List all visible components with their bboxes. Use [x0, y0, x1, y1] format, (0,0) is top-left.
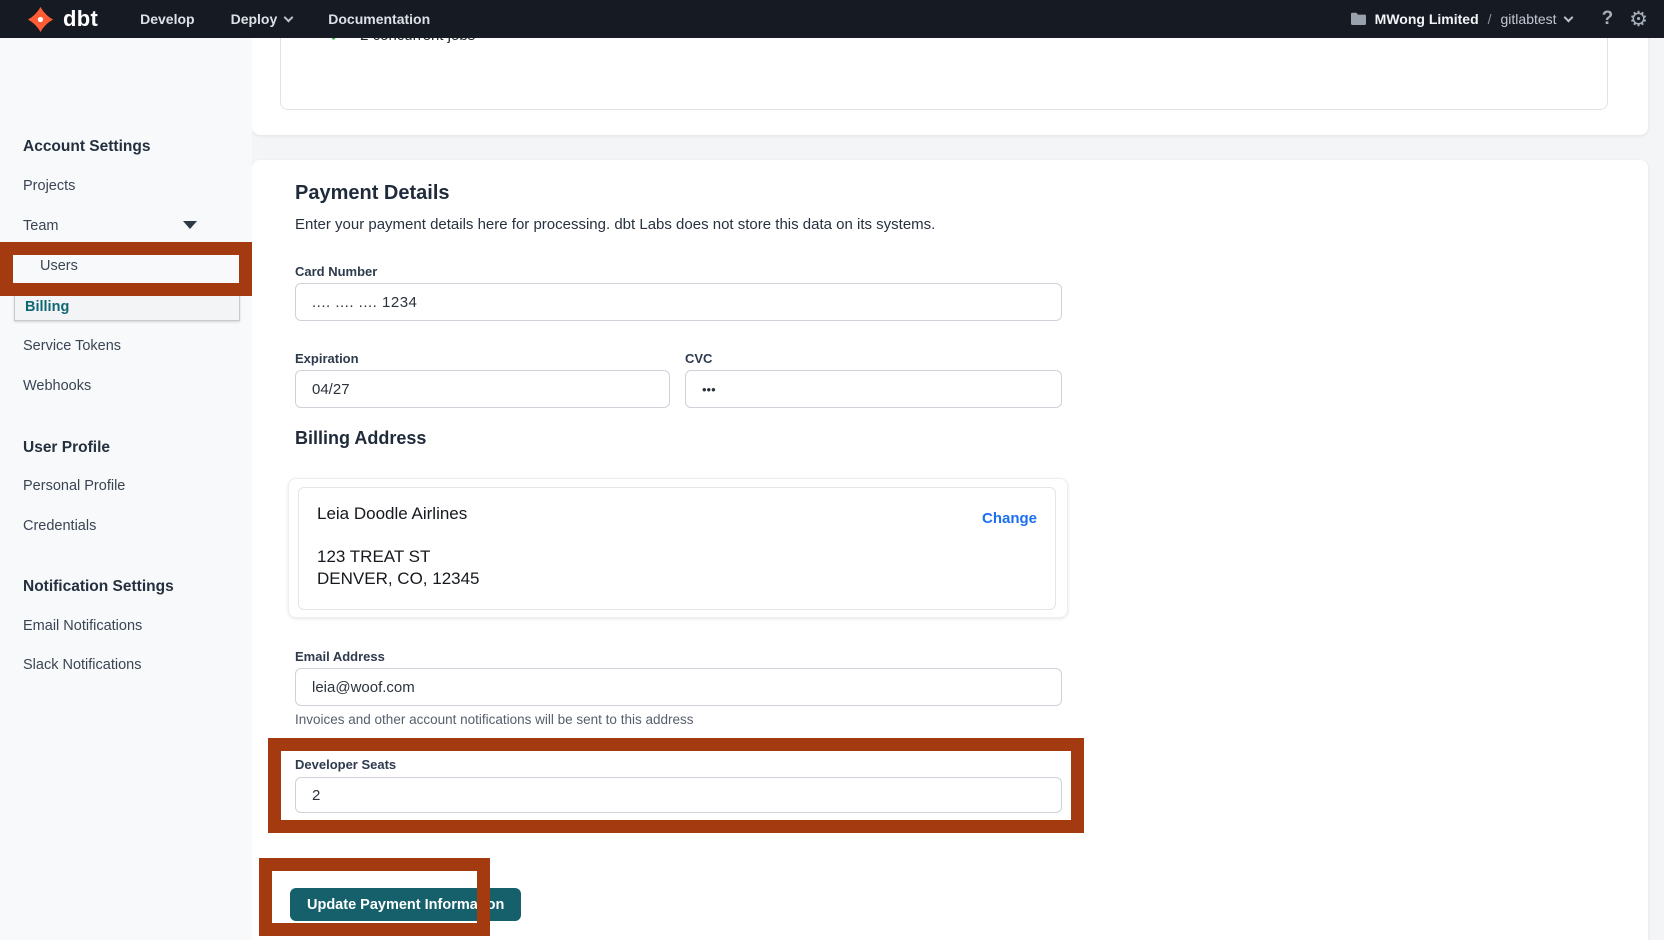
settings-sidebar: Account Settings Projects Team Users Bil… [0, 38, 252, 940]
developer-seats-input[interactable] [295, 777, 1062, 813]
nav-item-deploy-label: Deploy [231, 11, 278, 27]
dbt-logo[interactable]: dbt [27, 6, 98, 33]
card-number-input[interactable] [295, 283, 1062, 321]
billing-address-lines: 123 TREAT ST DENVER, CO, 12345 [317, 546, 480, 590]
sidebar-item-billing[interactable]: Billing [14, 292, 240, 321]
payment-details-title: Payment Details [295, 182, 450, 205]
update-payment-button[interactable]: Update Payment Information [290, 888, 521, 921]
chevron-down-icon [284, 12, 294, 22]
dbt-logo-icon [27, 6, 54, 33]
folder-icon [1350, 12, 1367, 26]
gear-icon[interactable]: ⚙ [1629, 9, 1648, 30]
payment-details-card: Payment Details Enter your payment detai… [252, 160, 1648, 940]
breadcrumb-separator: / [1488, 11, 1492, 27]
sidebar-item-personal-profile[interactable]: Personal Profile [23, 472, 125, 500]
help-icon[interactable]: ? [1602, 8, 1614, 30]
payment-details-description: Enter your payment details here for proc… [295, 216, 935, 233]
email-address-label: Email Address [295, 649, 385, 664]
change-address-link[interactable]: Change [982, 510, 1037, 527]
sidebar-item-credentials[interactable]: Credentials [23, 512, 96, 540]
sidebar-heading-notification-settings: Notification Settings [23, 573, 174, 601]
sidebar-heading-account-settings: Account Settings [23, 133, 150, 161]
email-address-input[interactable] [295, 668, 1062, 706]
sidebar-heading-user-profile: User Profile [23, 434, 110, 462]
card-number-label: Card Number [295, 264, 377, 279]
nav-item-documentation-label: Documentation [328, 11, 430, 27]
caret-down-icon[interactable] [183, 221, 197, 229]
chevron-down-icon[interactable] [1563, 12, 1573, 22]
sidebar-item-email-notifications[interactable]: Email Notifications [23, 612, 142, 640]
nav-links: Develop Deploy Documentation [140, 11, 430, 27]
sidebar-item-team[interactable]: Team [23, 212, 58, 240]
sidebar-item-service-tokens[interactable]: Service Tokens [23, 332, 121, 360]
sidebar-item-billing-label: Billing [25, 299, 69, 315]
billing-address-name: Leia Doodle Airlines [317, 504, 467, 524]
nav-item-documentation[interactable]: Documentation [328, 11, 430, 27]
sidebar-item-users[interactable]: Users [40, 252, 78, 280]
brand-name: dbt [63, 6, 98, 32]
sidebar-item-projects[interactable]: Projects [23, 172, 75, 200]
billing-address-title: Billing Address [295, 428, 426, 449]
sidebar-item-webhooks[interactable]: Webhooks [23, 372, 91, 400]
billing-address-line1: 123 TREAT ST [317, 546, 480, 568]
developer-seats-label: Developer Seats [295, 757, 396, 772]
expiration-label: Expiration [295, 351, 359, 366]
nav-item-deploy[interactable]: Deploy [231, 11, 293, 27]
email-helper-text: Invoices and other account notifications… [295, 712, 693, 727]
project-switcher[interactable]: gitlabtest [1501, 11, 1557, 27]
account-name[interactable]: MWong Limited [1375, 11, 1479, 27]
nav-right: MWong Limited / gitlabtest ? ⚙ [1350, 8, 1648, 30]
sidebar-item-slack-notifications[interactable]: Slack Notifications [23, 651, 141, 679]
billing-address-widget: Leia Doodle Airlines Change 123 TREAT ST… [288, 478, 1068, 618]
nav-item-develop-label: Develop [140, 11, 194, 27]
expiration-input[interactable] [295, 370, 670, 408]
billing-address-card: Leia Doodle Airlines Change 123 TREAT ST… [298, 487, 1056, 610]
cvc-input[interactable] [685, 370, 1062, 408]
top-nav: dbt Develop Deploy Documentation MWong L… [0, 0, 1664, 38]
billing-settings-page: dbt Develop Deploy Documentation MWong L… [0, 0, 1664, 940]
cvc-label: CVC [685, 351, 712, 366]
nav-item-develop[interactable]: Develop [140, 11, 194, 27]
billing-address-line2: DENVER, CO, 12345 [317, 568, 480, 590]
